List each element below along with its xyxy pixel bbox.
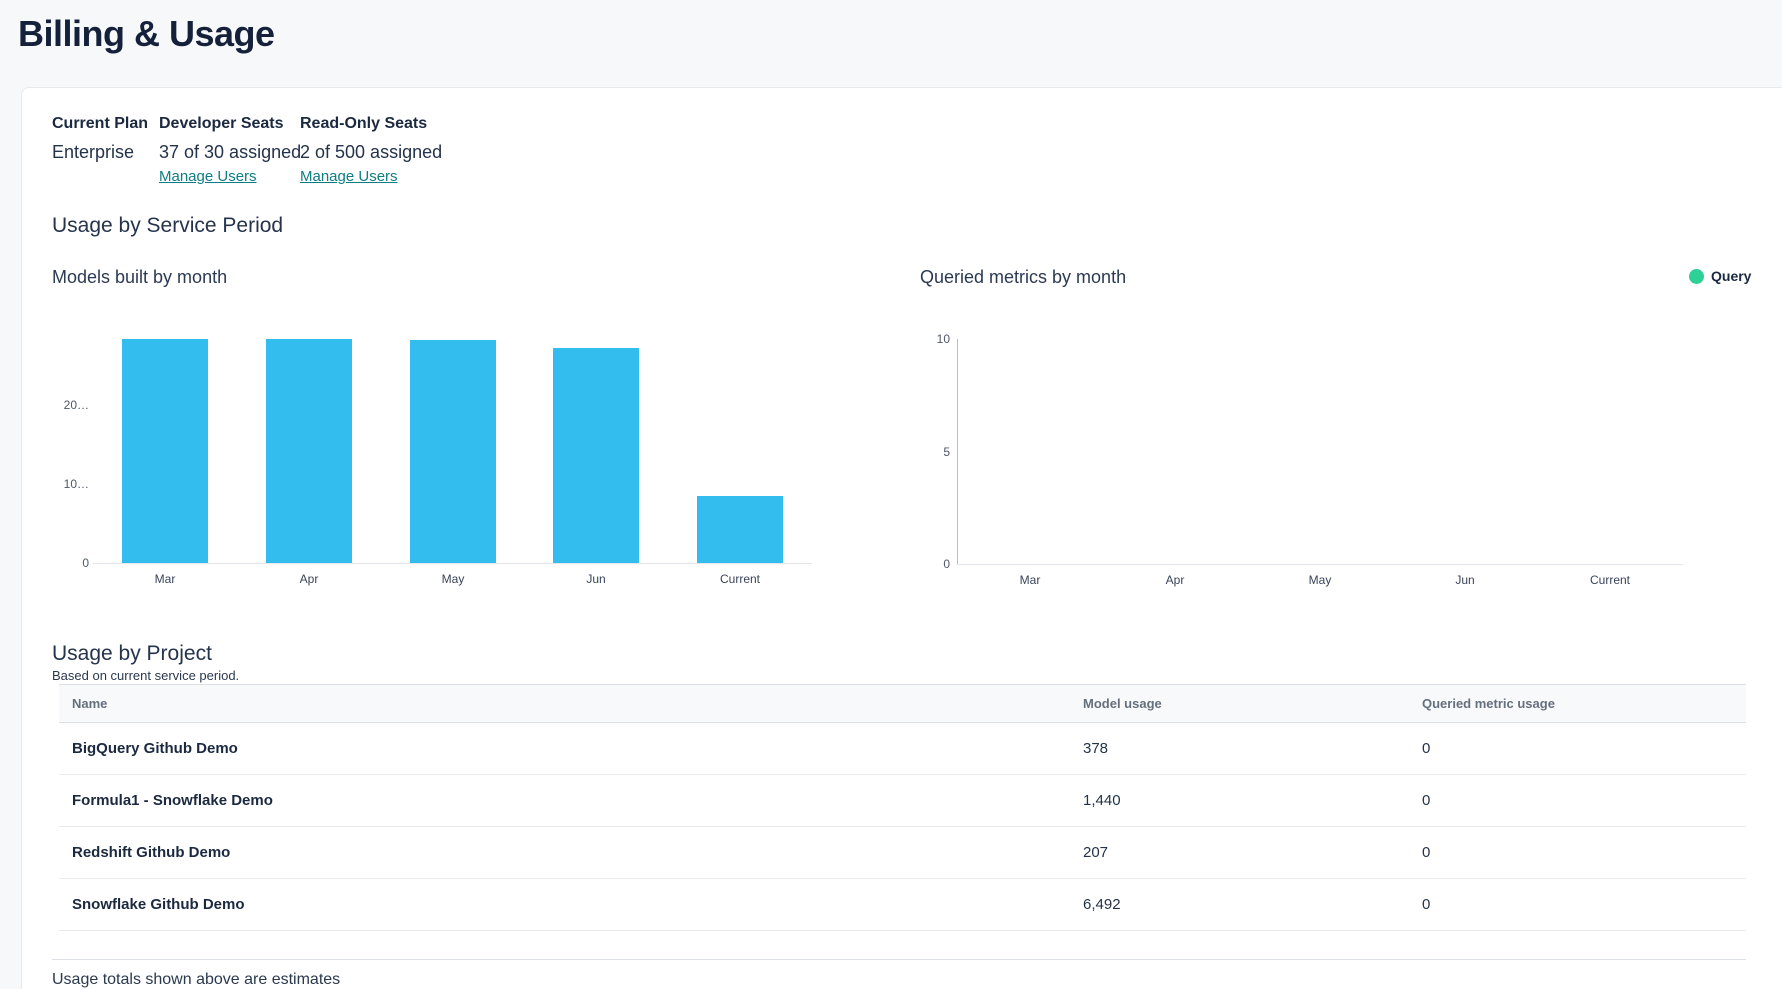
- table-row: Formula1 - Snowflake Demo 1,440 0: [59, 775, 1746, 827]
- page-title: Billing & Usage: [18, 13, 275, 55]
- usage-table: Name Model usage Queried metric usage Bi…: [59, 684, 1746, 931]
- project-name-cell: Redshift Github Demo: [72, 827, 230, 878]
- usage-table-header-row: Name Model usage Queried metric usage: [59, 684, 1746, 723]
- model-usage-cell: 1,440: [1083, 775, 1121, 826]
- queried-metric-usage-cell: 0: [1422, 775, 1430, 826]
- footer-divider: [52, 959, 1746, 960]
- project-name-cell: BigQuery Github Demo: [72, 723, 238, 774]
- current-plan-column: Current Plan Enterprise: [52, 114, 148, 164]
- model-usage-cell: 378: [1083, 723, 1108, 774]
- readonly-seats-value: 2 of 500 assigned: [300, 140, 442, 164]
- developer-seats-value: 37 of 30 assigned: [159, 140, 301, 164]
- readonly-seats-label: Read-Only Seats: [300, 114, 442, 134]
- queried-metric-usage-cell: 0: [1422, 827, 1430, 878]
- table-row: BigQuery Github Demo 378 0: [59, 723, 1746, 775]
- models-chart-title: Models built by month: [52, 267, 227, 288]
- queried-metric-usage-cell: 0: [1422, 879, 1430, 930]
- query-legend-dot: [1689, 269, 1704, 284]
- project-name-cell: Formula1 - Snowflake Demo: [72, 775, 273, 826]
- model-usage-cell: 207: [1083, 827, 1108, 878]
- project-name-cell: Snowflake Github Demo: [72, 879, 245, 930]
- service-period-heading: Usage by Service Period: [52, 214, 283, 238]
- project-usage-subheading: Based on current service period.: [52, 668, 239, 683]
- table-row: Redshift Github Demo 207 0: [59, 827, 1746, 879]
- queried-chart-title: Queried metrics by month: [920, 267, 1126, 288]
- column-header-queried-metric-usage: Queried metric usage: [1422, 685, 1555, 722]
- column-header-model-usage: Model usage: [1083, 685, 1162, 722]
- usage-estimate-note: Usage totals shown above are estimates: [52, 971, 340, 989]
- billing-usage-page: Billing & Usage Current Plan Enterprise …: [0, 0, 1782, 989]
- manage-users-link-developer[interactable]: Manage Users: [159, 167, 257, 187]
- column-header-name: Name: [72, 685, 107, 722]
- developer-seats-column: Developer Seats 37 of 30 assigned Manage…: [159, 114, 301, 187]
- query-legend-label: Query: [1711, 268, 1751, 284]
- model-usage-cell: 6,492: [1083, 879, 1121, 930]
- manage-users-link-readonly[interactable]: Manage Users: [300, 167, 398, 187]
- project-usage-heading: Usage by Project: [52, 642, 212, 666]
- developer-seats-label: Developer Seats: [159, 114, 301, 134]
- current-plan-value: Enterprise: [52, 140, 148, 164]
- current-plan-label: Current Plan: [52, 114, 148, 134]
- usage-table-body: BigQuery Github Demo3780Formula1 - Snowf…: [59, 723, 1746, 931]
- queried-metric-usage-cell: 0: [1422, 723, 1430, 774]
- readonly-seats-column: Read-Only Seats 2 of 500 assigned Manage…: [300, 114, 442, 187]
- table-row: Snowflake Github Demo 6,492 0: [59, 879, 1746, 931]
